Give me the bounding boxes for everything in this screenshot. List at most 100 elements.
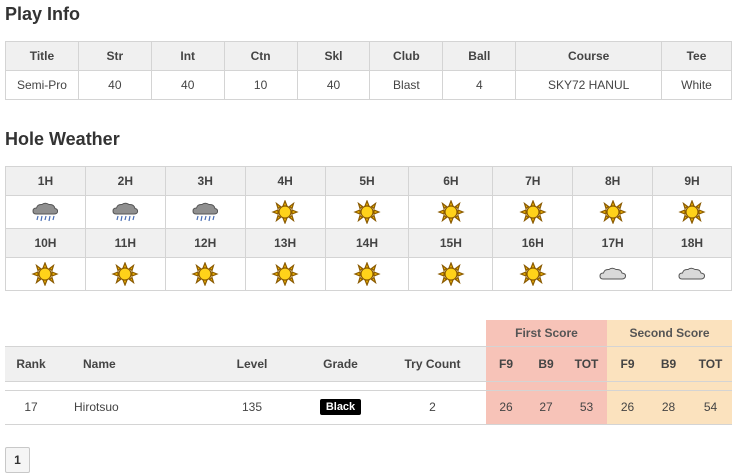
hole-label-3h: 3H (164, 166, 246, 196)
rain-cloud-icon (110, 202, 140, 222)
sun-icon (598, 200, 628, 224)
header-title: Title (5, 41, 79, 71)
hole-label-11h: 11H (84, 228, 166, 258)
cloud-icon (598, 266, 628, 280)
sun-icon (352, 262, 382, 286)
weather-label-row-1: 1H 2H 3H 4H 5H 6H 7H 8H 9H (5, 166, 732, 196)
header-second-b9: B9 (648, 345, 689, 382)
hole-weather-4h (244, 195, 326, 229)
weather-icon-row-1 (5, 195, 732, 229)
value-int: 40 (150, 70, 225, 100)
hole-label-9h: 9H (652, 166, 732, 196)
sun-icon (518, 200, 548, 224)
page-button-1[interactable]: 1 (5, 447, 30, 473)
hole-weather-14h (324, 257, 410, 291)
header-club: Club (369, 41, 444, 71)
hole-label-7h: 7H (492, 166, 574, 196)
header-ball: Ball (442, 41, 517, 71)
cloud-icon (677, 266, 707, 280)
hole-weather-2h (84, 195, 166, 229)
sun-icon (436, 200, 466, 224)
value-course: SKY72 HANUL (515, 70, 663, 100)
hole-label-8h: 8H (572, 166, 654, 196)
first-f9-value: 26 (486, 389, 526, 425)
header-first-b9: B9 (526, 345, 566, 382)
ranking-table: First Score Second Score Rank Name Level… (5, 320, 732, 425)
hole-weather-16h (492, 257, 574, 291)
hole-weather-9h (652, 195, 732, 229)
header-try-count: Try Count (379, 345, 486, 382)
hole-weather-11h (84, 257, 166, 291)
first-b9-value: 27 (526, 389, 566, 425)
hole-weather-title: Hole Weather (5, 129, 120, 149)
hole-weather-8h (572, 195, 654, 229)
hole-weather-6h (408, 195, 494, 229)
hole-label-10h: 10H (5, 228, 86, 258)
first-score-group-label: First Score (486, 320, 607, 346)
hole-weather-table: 1H 2H 3H 4H 5H 6H 7H 8H 9H 10H 11H 12H 13H 14H 15H 16H… (5, 166, 732, 291)
play-info-header-row: Title Str Int Ctn Skl Club Ball Course T… (5, 41, 732, 71)
sun-icon (677, 200, 707, 224)
rain-cloud-icon (30, 202, 60, 222)
header-second-tot: TOT (689, 345, 732, 382)
play-info-table: Title Str Int Ctn Skl Club Ball Course T… (5, 41, 732, 100)
value-tee: White (661, 70, 732, 100)
second-tot-value: 54 (689, 389, 732, 425)
rain-cloud-icon (190, 202, 220, 222)
sun-icon (30, 262, 60, 286)
header-skl: Skl (296, 41, 371, 71)
value-ctn: 10 (223, 70, 298, 100)
hole-weather-18h (652, 257, 732, 291)
sun-icon (518, 262, 548, 286)
try-count-value: 2 (379, 389, 486, 425)
sun-icon (352, 200, 382, 224)
value-title: Semi-Pro (5, 70, 79, 100)
level-value: 135 (202, 389, 302, 425)
header-int: Int (150, 41, 225, 71)
sun-icon (436, 262, 466, 286)
hole-label-18h: 18H (652, 228, 732, 258)
hole-label-14h: 14H (324, 228, 410, 258)
header-first-f9: F9 (486, 345, 526, 382)
hole-weather-10h (5, 257, 86, 291)
header-course: Course (515, 41, 663, 71)
value-skl: 40 (296, 70, 371, 100)
hole-label-6h: 6H (408, 166, 494, 196)
hole-label-5h: 5H (324, 166, 410, 196)
hole-weather-15h (408, 257, 494, 291)
header-rank: Rank (5, 345, 57, 382)
hole-label-2h: 2H (84, 166, 166, 196)
header-second-f9: F9 (607, 345, 648, 382)
rank-value: 17 (5, 389, 57, 425)
hole-weather-12h (164, 257, 246, 291)
first-tot-value: 53 (566, 389, 607, 425)
weather-label-row-2: 10H 11H 12H 13H 14H 15H 16H 17H 18H (5, 228, 732, 258)
hole-weather-1h (5, 195, 86, 229)
hole-label-12h: 12H (164, 228, 246, 258)
hole-label-17h: 17H (572, 228, 654, 258)
header-tee: Tee (661, 41, 732, 71)
hole-weather-5h (324, 195, 410, 229)
grade-badge: Black (319, 399, 362, 415)
second-f9-value: 26 (607, 389, 648, 425)
hole-label-1h: 1H (5, 166, 86, 196)
header-str: Str (77, 41, 152, 71)
ranking-header-row: Rank Name Level Grade Try Count F9 B9 TO… (5, 345, 732, 382)
sun-icon (190, 262, 220, 286)
hole-weather-13h (244, 257, 326, 291)
header-grade: Grade (302, 345, 379, 382)
value-str: 40 (77, 70, 152, 100)
table-row: 17 Hirotsuo 135 Black 2 26 27 53 26 28 5… (5, 389, 732, 425)
play-info-value-row: Semi-Pro 40 40 10 40 Blast 4 SKY72 HANUL… (5, 70, 732, 100)
play-info-title: Play Info (5, 4, 81, 24)
hole-weather-17h (572, 257, 654, 291)
second-score-group-label: Second Score (607, 320, 732, 346)
second-b9-value: 28 (648, 389, 689, 425)
hole-label-13h: 13H (244, 228, 326, 258)
header-ctn: Ctn (223, 41, 298, 71)
value-club: Blast (369, 70, 444, 100)
hole-weather-7h (492, 195, 574, 229)
hole-label-16h: 16H (492, 228, 574, 258)
hole-label-15h: 15H (408, 228, 494, 258)
player-name[interactable]: Hirotsuo (57, 389, 202, 425)
